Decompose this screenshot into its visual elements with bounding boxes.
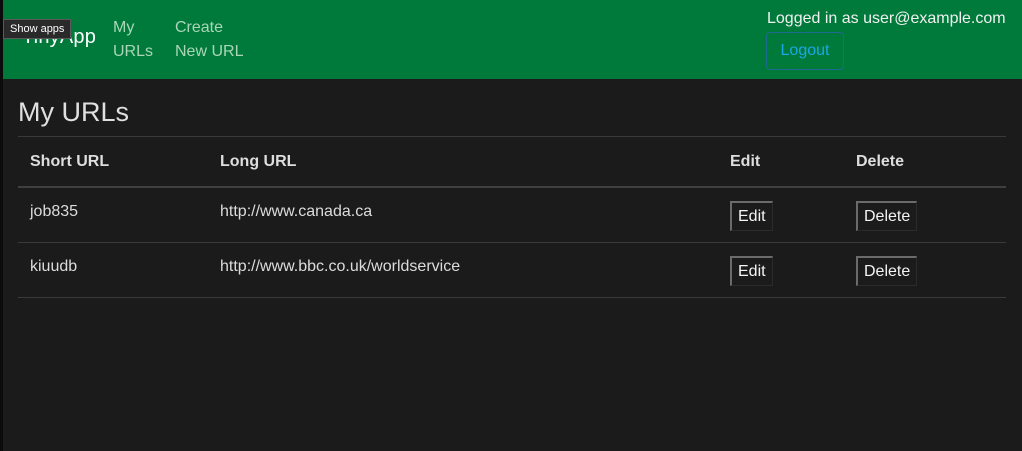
- table-row: job835 http://www.canada.ca Edit Delete: [18, 187, 1006, 243]
- long-url-cell: http://www.canada.ca: [208, 187, 718, 243]
- delete-cell: Delete: [844, 187, 1006, 243]
- column-header-long-url: Long URL: [208, 137, 718, 188]
- browser-window: TinyApp My URLs Create New URL Logged in…: [0, 0, 1022, 451]
- logged-in-status: Logged in as user@example.com: [767, 10, 1006, 27]
- show-apps-tooltip: Show apps: [3, 19, 72, 39]
- edit-button[interactable]: Edit: [730, 255, 773, 286]
- edit-cell: Edit: [718, 187, 844, 243]
- nav-link-my-urls[interactable]: My URLs: [113, 16, 163, 64]
- column-header-delete: Delete: [844, 137, 1006, 188]
- table-row: kiuudb http://www.bbc.co.uk/worldservice…: [18, 242, 1006, 298]
- delete-button[interactable]: Delete: [856, 201, 918, 231]
- edit-button[interactable]: Edit: [730, 201, 773, 231]
- long-url-cell: http://www.bbc.co.uk/worldservice: [208, 242, 718, 298]
- urls-table: Short URL Long URL Edit Delete job835 ht…: [18, 137, 1006, 298]
- short-url-cell: kiuudb: [18, 242, 208, 298]
- column-header-edit: Edit: [718, 137, 844, 188]
- edit-cell: Edit: [718, 242, 844, 298]
- column-header-short-url: Short URL: [18, 137, 208, 188]
- delete-button[interactable]: Delete: [856, 255, 918, 286]
- delete-cell: Delete: [844, 242, 1006, 298]
- top-navbar: TinyApp My URLs Create New URL Logged in…: [3, 0, 1022, 79]
- logout-button[interactable]: Logout: [766, 32, 844, 70]
- short-url-cell: job835: [18, 187, 208, 243]
- nav-link-create-new-url[interactable]: Create New URL: [175, 16, 265, 64]
- table-header-row: Short URL Long URL Edit Delete: [18, 137, 1006, 188]
- page-title: My URLs: [18, 97, 130, 127]
